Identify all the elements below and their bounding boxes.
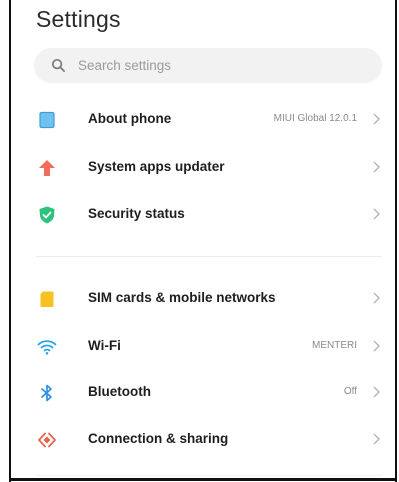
arrow-up-icon: [39, 160, 55, 176]
frame-border-bottom: [9, 478, 397, 481]
search-icon: [51, 58, 65, 72]
shield-check-icon: [39, 206, 55, 224]
settings-screen: Settings Search settings About phone MIU…: [0, 0, 399, 482]
settings-item-label: SIM cards & mobile networks: [88, 290, 276, 305]
search-bar[interactable]: Search settings: [34, 48, 382, 83]
settings-item-label: Wi-Fi: [88, 338, 121, 353]
list-bottom-divider: [36, 475, 382, 476]
settings-item-about-phone[interactable]: About phone MIUI Global 12.0.1: [11, 98, 395, 142]
settings-item-value: MENTERI: [312, 340, 357, 351]
section-divider: [36, 256, 382, 257]
page-title: Settings: [36, 6, 121, 32]
settings-item-wifi[interactable]: Wi-Fi MENTERI: [11, 325, 395, 369]
settings-item-sim-cards[interactable]: SIM cards & mobile networks: [11, 277, 395, 321]
settings-item-label: Bluetooth: [88, 384, 151, 399]
connection-sharing-icon: [38, 432, 56, 448]
chevron-right-icon: [373, 292, 380, 304]
settings-item-bluetooth[interactable]: Bluetooth Off: [11, 371, 395, 415]
chevron-right-icon: [373, 433, 380, 445]
chevron-right-icon: [373, 208, 380, 220]
sim-card-icon: [40, 291, 54, 307]
settings-item-label: About phone: [88, 111, 172, 126]
settings-item-system-apps-updater[interactable]: System apps updater: [11, 146, 395, 190]
settings-item-connection-sharing[interactable]: Connection & sharing: [11, 418, 395, 462]
chevron-right-icon: [373, 161, 380, 173]
chevron-right-icon: [373, 340, 380, 352]
settings-item-value: Off: [343, 386, 357, 397]
bluetooth-icon: [41, 384, 52, 402]
chevron-right-icon: [373, 113, 380, 125]
settings-item-security-status[interactable]: Security status: [11, 193, 395, 237]
wifi-icon: [37, 340, 57, 355]
chevron-right-icon: [373, 386, 380, 398]
frame-border-right: [395, 0, 397, 482]
phone-square-icon: [39, 111, 55, 129]
settings-item-label: Security status: [88, 206, 185, 221]
settings-item-value: MIUI Global 12.0.1: [273, 113, 357, 124]
settings-item-label: Connection & sharing: [88, 431, 229, 446]
settings-item-label: System apps updater: [88, 159, 225, 174]
search-input[interactable]: Search settings: [78, 58, 171, 73]
